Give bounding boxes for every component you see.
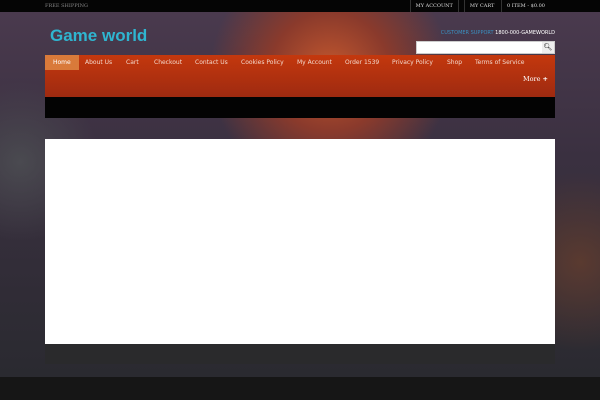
nav-shop[interactable]: Shop	[439, 55, 470, 70]
free-shipping-text: FREE SHIPPING	[45, 3, 88, 9]
support-phone: 1800-000-GAMEWORLD	[495, 30, 555, 36]
search-icon[interactable]: 🔍︎	[542, 42, 554, 53]
content-footer-strip	[45, 344, 555, 364]
my-cart-link[interactable]: MY CART 0 ITEM - $0.00	[457, 0, 555, 12]
search-input[interactable]: 🔍︎	[416, 41, 555, 54]
site-logo[interactable]: Game world	[50, 26, 147, 46]
nav-home[interactable]: Home	[45, 55, 79, 70]
nav-contact-us[interactable]: Contact Us	[187, 55, 236, 70]
nav-order-1539[interactable]: Order 1539	[337, 55, 387, 70]
cart-summary: 0 ITEM - $0.00	[500, 0, 550, 12]
customer-support: CUSTOMER SUPPORT 1800-000-GAMEWORLD	[441, 30, 555, 36]
main-content	[45, 139, 555, 344]
nav-checkout[interactable]: Checkout	[146, 55, 190, 70]
nav-cookies-policy[interactable]: Cookies Policy	[233, 55, 292, 70]
main-nav: Home About Us Cart Checkout Contact Us C…	[45, 55, 555, 97]
nav-privacy-policy[interactable]: Privacy Policy	[384, 55, 441, 70]
sub-nav-bar	[45, 97, 555, 118]
support-label: CUSTOMER SUPPORT	[440, 30, 494, 36]
footer	[0, 377, 600, 400]
nav-cart[interactable]: Cart	[118, 55, 147, 70]
top-bar: FREE SHIPPING MY ACCOUNT MY CART 0 ITEM …	[0, 0, 600, 12]
more-label: More	[522, 75, 541, 83]
plus-icon: +	[542, 75, 548, 83]
nav-about-us[interactable]: About Us	[77, 55, 120, 70]
nav-terms-of-service[interactable]: Terms of Service	[467, 55, 532, 70]
my-account-link[interactable]: MY ACCOUNT	[409, 0, 458, 12]
my-cart-label: MY CART	[463, 0, 500, 12]
nav-my-account[interactable]: My Account	[289, 55, 340, 70]
nav-more[interactable]: More +	[523, 75, 548, 83]
